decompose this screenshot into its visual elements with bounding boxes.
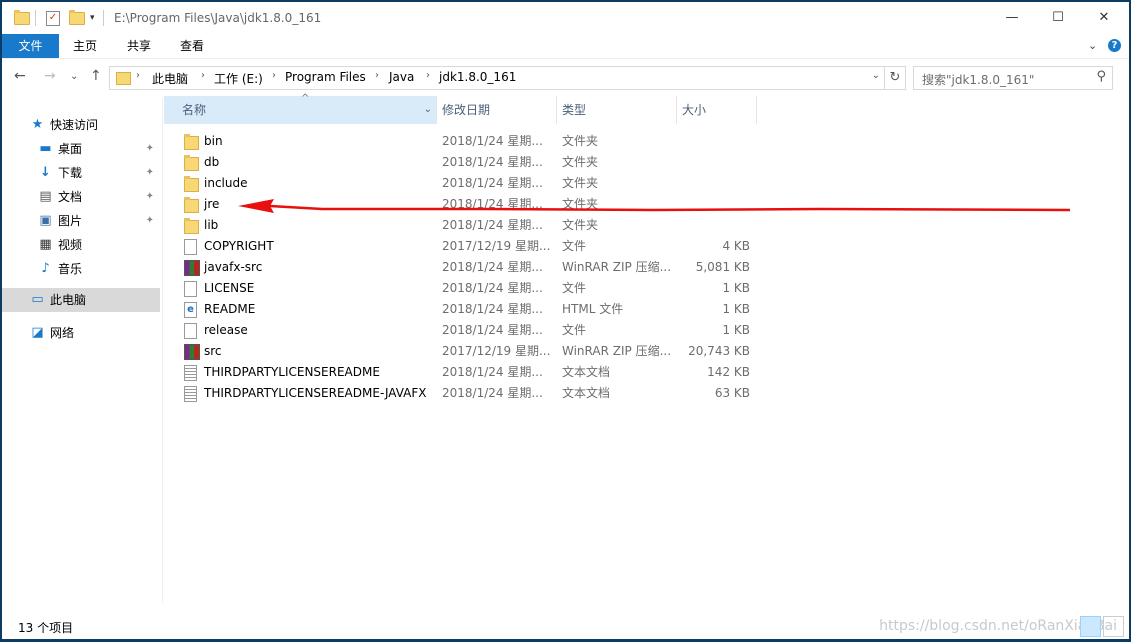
annotation-arrow	[238, 199, 1071, 213]
item-count: 13 个项目	[18, 621, 74, 635]
explorer-window: ✓ ▾ E:\Program Files\Java\jdk1.8.0_161 —…	[2, 2, 1129, 639]
details-view-button[interactable]	[1080, 616, 1101, 637]
status-bar: 13 个项目 https://blog.csdn.net/oRanXiaoBai	[2, 614, 1129, 638]
arrow-line	[269, 204, 1071, 212]
arrow-head	[238, 199, 274, 213]
large-icons-view-button[interactable]	[1103, 616, 1124, 637]
